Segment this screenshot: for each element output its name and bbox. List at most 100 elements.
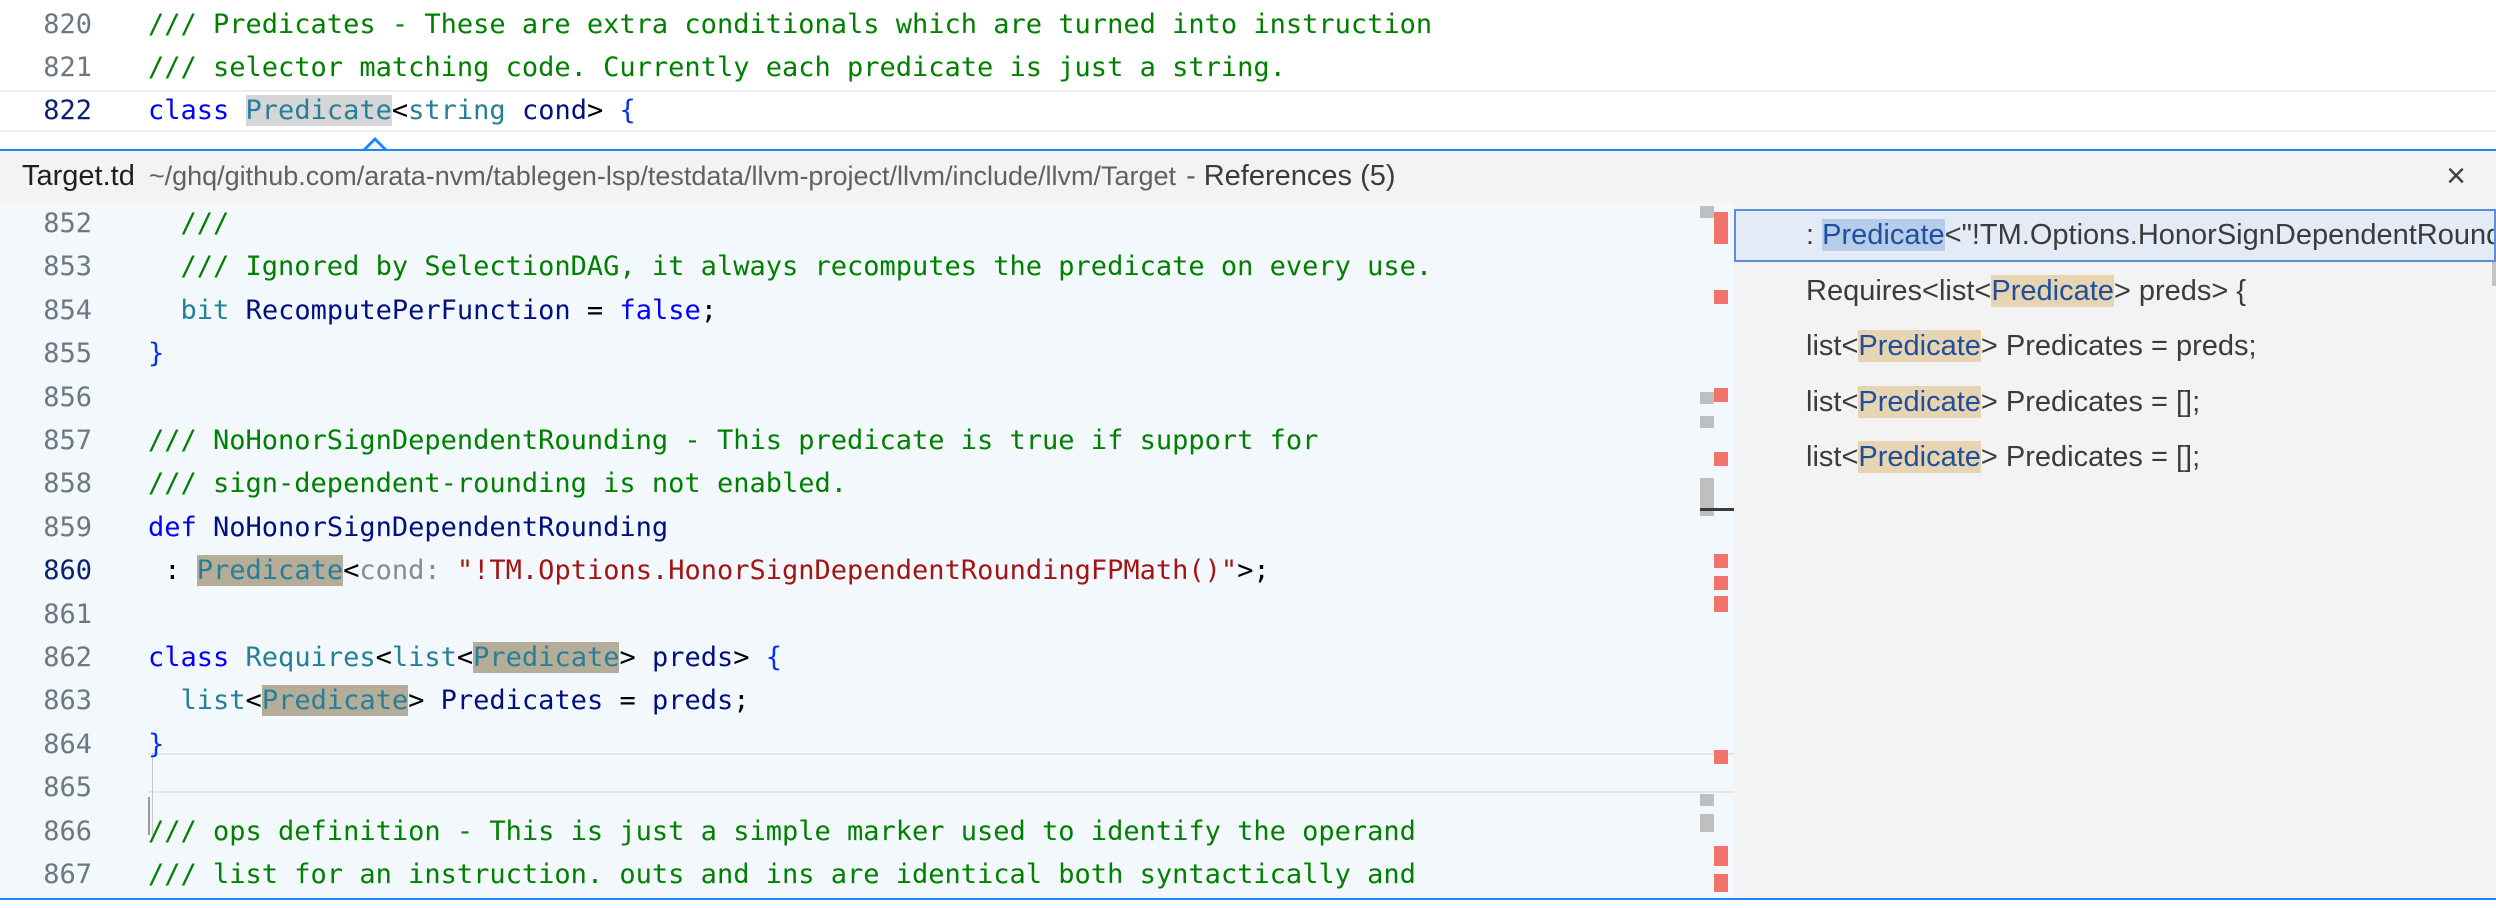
- reference-match: Predicate: [1991, 274, 2114, 307]
- code-token: /// Ignored by SelectionDAG, it always r…: [148, 251, 1433, 283]
- ruler-marker: [1700, 794, 1714, 806]
- code-line[interactable]: 855}: [0, 332, 1734, 375]
- ruler-marker: [1700, 392, 1714, 404]
- reference-item[interactable]: Requires<list<Predicate> preds> {: [1734, 265, 2496, 318]
- overview-ruler[interactable]: [1700, 202, 1734, 898]
- code-line[interactable]: 854 bit RecomputePerFunction = false;: [0, 289, 1734, 332]
- code-token: ///: [148, 208, 230, 239]
- close-icon[interactable]: ×: [2436, 151, 2476, 202]
- code-line[interactable]: 856: [0, 376, 1734, 419]
- line-number: 855: [43, 338, 92, 370]
- code-line[interactable]: 858 /// sign-dependent-rounding is not en…: [0, 462, 1734, 505]
- code-text: /// selector matching code. Currently ea…: [148, 46, 1286, 89]
- ruler-marker: [1714, 452, 1728, 466]
- code-token: /// ops definition - This is just a simp…: [148, 815, 1416, 847]
- reference-prefix: list<: [1806, 385, 1859, 418]
- reference-prefix: Requires<list<: [1806, 274, 1992, 307]
- reference-match: Predicate: [1822, 219, 1945, 251]
- code-line[interactable]: 820 /// Predicates - These are extra cond…: [0, 3, 2496, 46]
- code-line[interactable]: 857 /// NoHonorSignDependentRounding - Th…: [0, 419, 1734, 462]
- code-token: {: [765, 642, 783, 673]
- scroll-thumb[interactable]: [1700, 508, 1734, 511]
- line-number: 821: [43, 52, 92, 83]
- reference-item[interactable]: list<Predicate> Predicates = preds;: [1734, 320, 2496, 373]
- ruler-marker: [1714, 846, 1728, 866]
- code-line[interactable]: 862 class Requires<list<Predicate> preds>…: [0, 636, 1734, 679]
- code-line[interactable]: 853 /// Ignored by SelectionDAG, it alwa…: [0, 245, 1734, 288]
- ruler-marker: [1714, 388, 1728, 402]
- reference-item[interactable]: list<Predicate> Predicates = [];: [1734, 431, 2496, 484]
- code-token: ;: [700, 294, 717, 326]
- code-token: =: [603, 685, 652, 717]
- code-token: Predicate: [473, 642, 620, 673]
- code-token: /// NoHonorSignDependentRounding - This …: [148, 425, 1319, 456]
- code-line[interactable]: 866 /// ops definition - This is just a s…: [0, 810, 1734, 853]
- code-token: }: [148, 338, 165, 370]
- line-number: 858: [43, 468, 92, 500]
- line-number: 856: [43, 381, 92, 413]
- reference-suffix: <"!TM.Options.HonorSignDependentRounding…: [1944, 219, 2496, 251]
- code-token: ;: [733, 685, 750, 717]
- reference-suffix: > Predicates = [];: [1980, 385, 2201, 418]
- code-token: cond: [521, 95, 587, 126]
- editor-bottom-strip: [0, 900, 2496, 908]
- peek-editor[interactable]: 852 ///853 /// Ignored by SelectionDAG, …: [0, 202, 1734, 898]
- reference-prefix: :: [1806, 219, 1823, 251]
- line-number: 853: [43, 251, 92, 283]
- peek-title: References (5): [1203, 160, 1396, 192]
- reference-match: Predicate: [1858, 441, 1981, 473]
- code-text: /// ops definition - This is just a simp…: [148, 810, 1416, 853]
- references-list[interactable]: : Predicate<"!TM.Options.HonorSignDepend…: [1734, 202, 2496, 898]
- code-token: string: [408, 95, 506, 126]
- line-number: 864: [43, 728, 92, 760]
- code-token: :: [148, 555, 197, 587]
- code-token: Requires: [245, 642, 376, 673]
- code-token: class: [148, 95, 246, 126]
- line-number: 820: [43, 9, 92, 40]
- ruler-marker: [1714, 576, 1728, 590]
- code-line[interactable]: 864}: [0, 723, 1734, 766]
- references-scrollbar[interactable]: [2492, 262, 2496, 286]
- code-line[interactable]: 865: [0, 766, 1734, 809]
- code-token: {: [619, 95, 636, 126]
- reference-prefix: list<: [1806, 441, 1859, 473]
- main-editor[interactable]: 820 /// Predicates - These are extra cond…: [0, 0, 2496, 150]
- code-token: class: [148, 642, 246, 673]
- code-token: /// Predicates - These are extra conditi…: [148, 9, 1433, 40]
- code-token: }: [148, 728, 165, 760]
- code-token: <: [391, 95, 409, 126]
- code-line[interactable]: 863 list<Predicate> Predicates = preds;: [0, 679, 1734, 722]
- line-number: 822: [43, 95, 92, 126]
- ruler-marker: [1714, 596, 1728, 612]
- code-line[interactable]: 861: [0, 593, 1734, 636]
- code-text: /// Predicates - These are extra conditi…: [148, 3, 1432, 46]
- code-token: /// sign-dependent-rounding is not enabl…: [148, 468, 847, 500]
- code-line[interactable]: 867 /// list for an instruction. outs and…: [0, 853, 1734, 896]
- ruler-marker: [1700, 416, 1714, 428]
- line-number: 854: [43, 294, 92, 326]
- code-text: list<Predicate> Predicates = preds;: [148, 679, 750, 722]
- code-token: def: [148, 511, 214, 543]
- line-number: 852: [43, 208, 92, 239]
- peek-file-name[interactable]: Target.td: [22, 151, 135, 202]
- line-number: 862: [43, 642, 92, 673]
- reference-item[interactable]: : Predicate<"!TM.Options.HonorSignDepend…: [1734, 209, 2496, 262]
- line-number: 867: [43, 859, 92, 890]
- code-line[interactable]: 821 /// selector matching code. Currently…: [0, 46, 2496, 89]
- code-text: : Predicate<cond: "!TM.Options.HonorSign…: [148, 549, 1270, 592]
- code-token: Predicate: [261, 685, 409, 717]
- reference-item[interactable]: list<Predicate> Predicates = [];: [1734, 376, 2496, 429]
- code-token: bit: [180, 294, 230, 326]
- code-line[interactable]: 852 ///: [0, 202, 1734, 245]
- code-token: Predicate: [245, 95, 392, 126]
- code-line[interactable]: 822 class Predicate<string cond> {: [0, 89, 2496, 132]
- code-line[interactable]: 859 def NoHonorSignDependentRounding: [0, 506, 1734, 549]
- reference-suffix: > Predicates = [];: [1980, 441, 2201, 473]
- code-line[interactable]: 860 : Predicate<cond: "!TM.Options.Honor…: [0, 549, 1734, 592]
- line-number: 860: [43, 555, 92, 587]
- reference-match: Predicate: [1858, 330, 1981, 362]
- peek-file-path: ~/ghq/github.com/arata-nvm/tablegen-lsp/…: [148, 161, 1177, 191]
- code-token: list: [180, 685, 246, 717]
